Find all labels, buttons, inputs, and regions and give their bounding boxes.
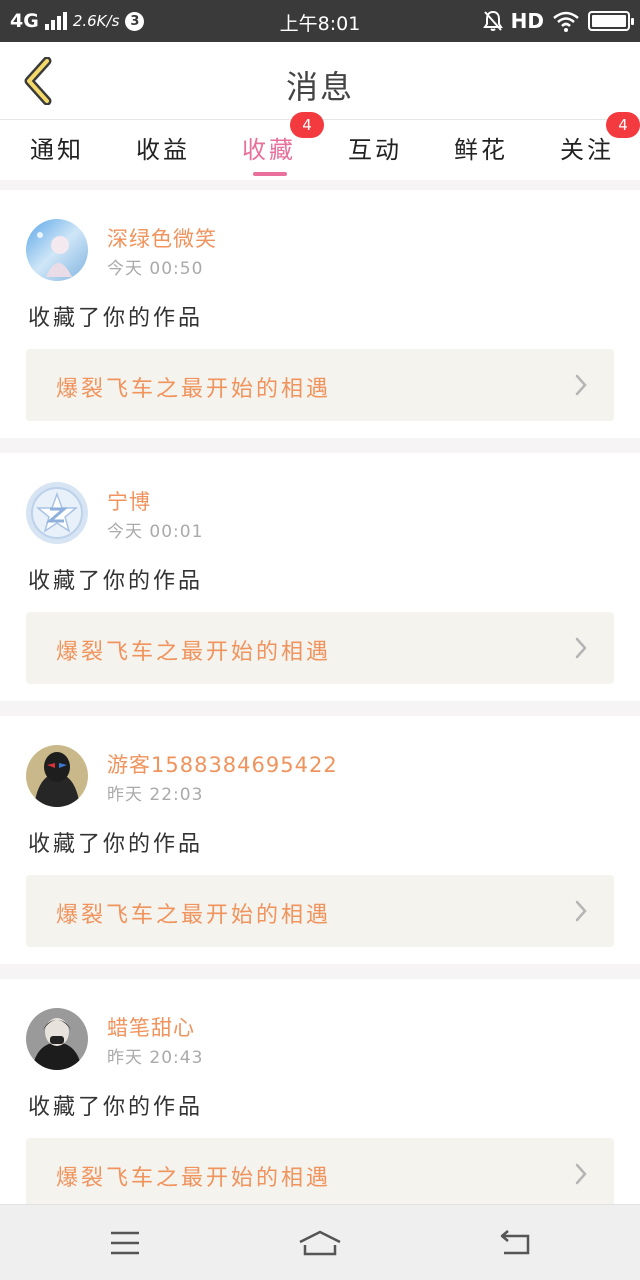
home-icon bbox=[299, 1230, 341, 1256]
message-card: 蜡笔甜心 昨天 20:43 收藏了你的作品 爆裂飞车之最开始的相遇 bbox=[0, 979, 640, 1227]
back-icon bbox=[500, 1230, 530, 1255]
status-right: HD bbox=[482, 0, 634, 42]
work-link[interactable]: 爆裂飞车之最开始的相遇 bbox=[26, 875, 614, 947]
avatar[interactable] bbox=[26, 219, 88, 281]
avatar[interactable] bbox=[26, 1008, 88, 1070]
back-nav-button[interactable] bbox=[470, 1205, 560, 1280]
message-time: 今天 00:01 bbox=[107, 522, 204, 542]
mute-bell-icon bbox=[482, 10, 503, 31]
work-link[interactable]: 爆裂飞车之最开始的相遇 bbox=[26, 612, 614, 684]
hd-indicator: HD bbox=[510, 9, 544, 33]
work-title: 爆裂飞车之最开始的相遇 bbox=[56, 377, 332, 402]
message-time: 昨天 22:03 bbox=[107, 785, 204, 805]
message-time: 今天 00:50 bbox=[107, 259, 204, 279]
message-card: 游客1588384695422 昨天 22:03 收藏了你的作品 爆裂飞车之最开… bbox=[0, 716, 640, 964]
work-link[interactable]: 爆裂飞车之最开始的相遇 bbox=[26, 1138, 614, 1210]
message-card: 宁博 今天 00:01 收藏了你的作品 爆裂飞车之最开始的相遇 bbox=[0, 453, 640, 701]
avatar[interactable] bbox=[26, 482, 88, 544]
active-tab-indicator bbox=[253, 172, 287, 176]
chevron-right-icon bbox=[575, 374, 587, 396]
message-action: 收藏了你的作品 bbox=[28, 1095, 204, 1120]
page-title: 消息 bbox=[285, 68, 354, 106]
user-name[interactable]: 蜡笔甜心 bbox=[107, 1012, 195, 1042]
menu-button[interactable] bbox=[80, 1205, 170, 1280]
avatar[interactable] bbox=[26, 745, 88, 807]
home-button[interactable] bbox=[275, 1205, 365, 1280]
user-name[interactable]: 宁博 bbox=[107, 486, 151, 516]
tab-flowers[interactable]: 鲜花 bbox=[428, 120, 534, 180]
tab-notifications[interactable]: 通知 bbox=[4, 120, 110, 180]
message-action: 收藏了你的作品 bbox=[28, 306, 204, 331]
wifi-icon bbox=[553, 11, 579, 32]
chevron-right-icon bbox=[575, 637, 587, 659]
tab-label: 互动 bbox=[348, 136, 402, 164]
message-card: 深绿色微笑 今天 00:50 收藏了你的作品 爆裂飞车之最开始的相遇 bbox=[0, 190, 640, 438]
tab-bar: 通知 收益 收藏 4 互动 鲜花 关注 4 bbox=[0, 112, 640, 180]
chevron-right-icon bbox=[575, 1163, 587, 1185]
menu-icon bbox=[111, 1231, 139, 1255]
message-action: 收藏了你的作品 bbox=[28, 832, 204, 857]
chevron-right-icon bbox=[575, 900, 587, 922]
tab-badge: 4 bbox=[290, 112, 324, 138]
message-action: 收藏了你的作品 bbox=[28, 569, 204, 594]
work-title: 爆裂飞车之最开始的相遇 bbox=[56, 903, 332, 928]
tab-interactions[interactable]: 互动 bbox=[322, 120, 428, 180]
user-name[interactable]: 游客1588384695422 bbox=[107, 749, 338, 779]
work-link[interactable]: 爆裂飞车之最开始的相遇 bbox=[26, 349, 614, 421]
tab-label: 关注 bbox=[560, 136, 614, 164]
tab-label: 通知 bbox=[30, 136, 84, 164]
work-title: 爆裂飞车之最开始的相遇 bbox=[56, 1166, 332, 1191]
tab-label: 收益 bbox=[136, 136, 190, 164]
system-nav-bar bbox=[0, 1204, 640, 1280]
status-bar: 4G 2.6K/s 3 上午8:01 HD bbox=[0, 0, 640, 42]
tab-following[interactable]: 关注 4 bbox=[534, 112, 640, 180]
user-name[interactable]: 深绿色微笑 bbox=[107, 223, 217, 253]
tab-label: 收藏 bbox=[242, 136, 296, 164]
tab-favorites[interactable]: 收藏 4 bbox=[216, 112, 324, 180]
header: 消息 bbox=[0, 42, 640, 120]
message-time: 昨天 20:43 bbox=[107, 1048, 204, 1068]
battery-icon bbox=[588, 11, 634, 31]
tab-label: 鲜花 bbox=[454, 136, 508, 164]
tab-badge: 4 bbox=[606, 112, 640, 138]
tab-earnings[interactable]: 收益 bbox=[110, 120, 216, 180]
work-title: 爆裂飞车之最开始的相遇 bbox=[56, 640, 332, 665]
